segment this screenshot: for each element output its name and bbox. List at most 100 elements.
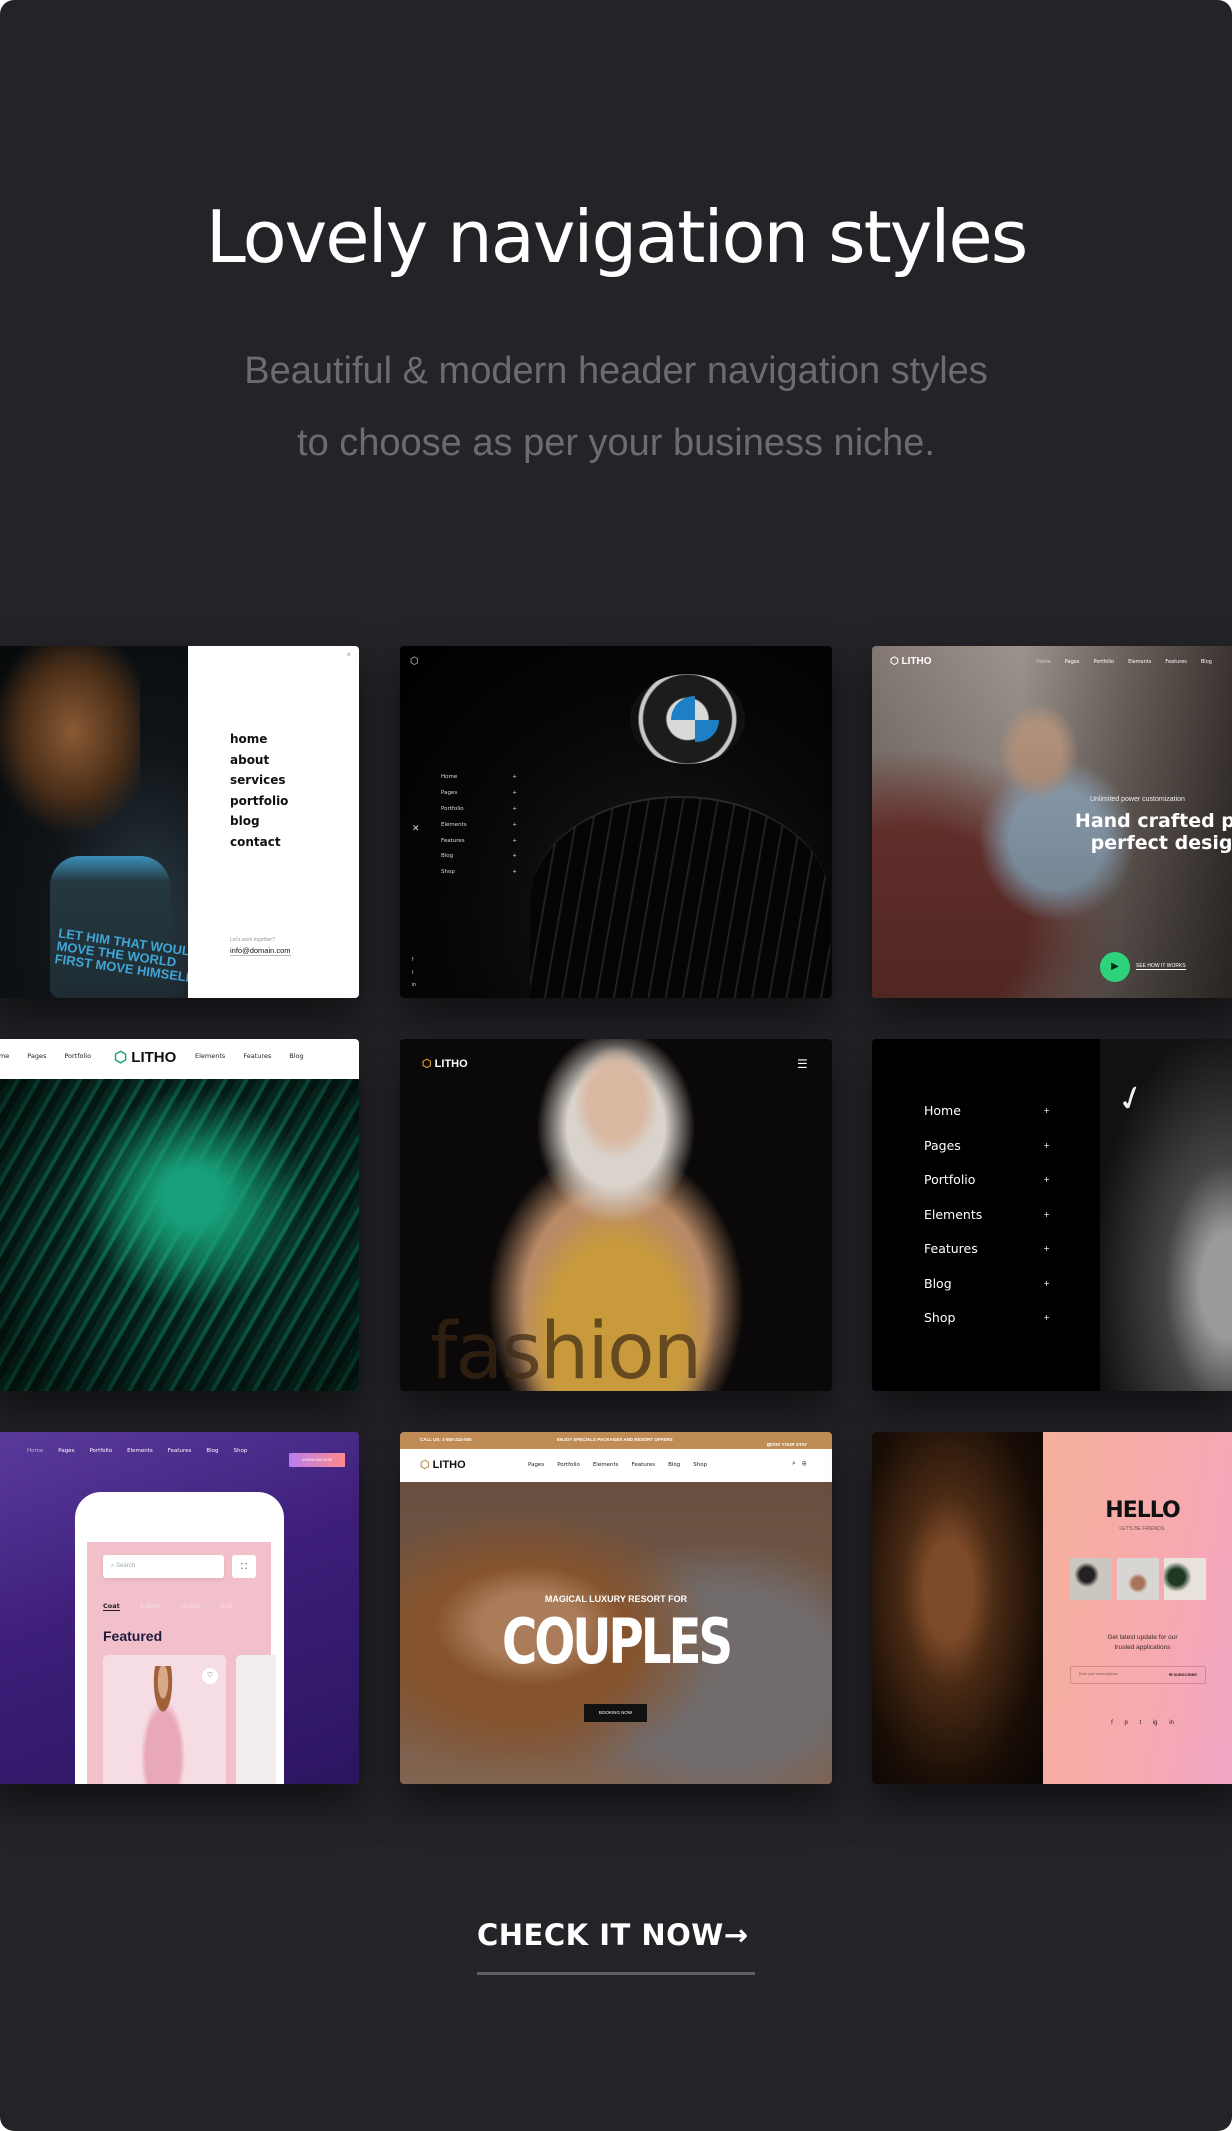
see-how-it-works-link[interactable]: SEE HOW IT WORKS <box>1136 963 1186 970</box>
nav-elements[interactable]: Elements <box>1128 659 1151 665</box>
nav-pages[interactable]: Pages <box>1065 659 1080 665</box>
menu-item-blog[interactable]: Blog + <box>924 1276 1050 1311</box>
plus-icon[interactable]: + <box>512 790 517 806</box>
nav-blog[interactable]: Blog <box>206 1448 218 1454</box>
menu-item-about[interactable]: about <box>230 750 288 771</box>
menu-item-portfolio[interactable]: Portfolio + <box>441 806 517 822</box>
nav-shop[interactable]: Shop <box>234 1448 248 1454</box>
instagram-icon[interactable]: ig <box>1153 1720 1158 1726</box>
subscribe-button[interactable]: ✉ SUBSCRIBE <box>1169 1672 1197 1677</box>
plus-icon[interactable]: + <box>1043 1310 1050 1345</box>
search-icon[interactable]: ⌕ <box>792 1460 802 1467</box>
logo[interactable]: ⬡ LITHO <box>420 1458 466 1471</box>
email-subscribe-form[interactable]: Enter your email address ✉ SUBSCRIBE <box>1070 1666 1206 1684</box>
nav-blog[interactable]: Blog <box>668 1462 680 1468</box>
facebook-icon[interactable]: f <box>1111 1720 1113 1726</box>
nav-home[interactable]: Home <box>1036 659 1051 665</box>
preview-card-bmw-sidebar[interactable]: ⬡ ✕ Home + Pages + Portfolio + Elements + Fe… <box>400 646 832 998</box>
preview-card-hello-newsletter[interactable]: HELLO LET'S BE FRIENDS. Get latest updat… <box>872 1432 1232 1784</box>
plus-icon[interactable]: + <box>512 853 517 869</box>
tab-t-shirt[interactable]: T-Shirt <box>140 1602 161 1611</box>
plus-icon[interactable]: + <box>1043 1276 1050 1311</box>
check-it-now-link[interactable]: CHECK IT NOW→ <box>477 1918 749 1952</box>
booking-now-button[interactable]: BOOKING NOW <box>584 1704 647 1722</box>
nav-shop[interactable]: Shop <box>693 1462 707 1468</box>
plus-icon[interactable]: + <box>512 822 517 838</box>
plus-icon[interactable]: + <box>1043 1103 1050 1138</box>
nav-home[interactable]: Home <box>27 1448 43 1454</box>
twitter-icon[interactable]: t <box>412 967 416 980</box>
close-icon[interactable]: ✕ <box>412 823 420 834</box>
nav-pages[interactable]: Pages <box>528 1462 544 1468</box>
menu-item-pages[interactable]: Pages + <box>924 1138 1050 1173</box>
plus-icon[interactable]: + <box>512 774 517 790</box>
close-icon[interactable]: × <box>346 650 351 659</box>
nav-features[interactable]: Features <box>631 1462 655 1468</box>
menu-item-elements[interactable]: Elements + <box>441 822 517 838</box>
preview-card-nike-sidebar[interactable]: ✓ Home + Pages + Portfolio + Elements + Feat… <box>872 1039 1232 1391</box>
plus-icon[interactable]: + <box>1043 1172 1050 1207</box>
twitter-icon[interactable]: t <box>1140 1720 1142 1726</box>
nav-elements[interactable]: Elements <box>127 1448 153 1454</box>
menu-item-services[interactable]: services <box>230 770 288 791</box>
menu-item-pages[interactable]: Pages + <box>441 790 517 806</box>
pinterest-icon[interactable]: p <box>1124 1720 1127 1726</box>
tab-coat[interactable]: Coat <box>103 1602 120 1611</box>
thumbnail-image[interactable] <box>1164 1558 1206 1600</box>
preview-card-resort[interactable]: CALL US: 1-800-222-000 ENJOY SPECIALS PA… <box>400 1432 832 1784</box>
email-field[interactable]: Enter your email address <box>1079 1672 1118 1676</box>
phone-number[interactable]: CALL US: 1-800-222-000 <box>420 1437 472 1442</box>
nav-blog[interactable]: Blog <box>1201 659 1212 665</box>
plus-icon[interactable]: + <box>512 806 517 822</box>
plus-icon[interactable]: + <box>1043 1241 1050 1276</box>
product-card[interactable] <box>236 1655 276 1784</box>
globe-icon[interactable]: ⊕ <box>802 1460 813 1467</box>
thumbnail-image[interactable] <box>1070 1558 1112 1600</box>
linkedin-icon[interactable]: in <box>412 979 416 992</box>
plus-icon[interactable]: + <box>512 869 517 885</box>
nav-features[interactable]: Features <box>168 1448 192 1454</box>
search-input[interactable]: ⌕ Search <box>103 1555 224 1578</box>
nav-blog[interactable]: Blog <box>289 1052 303 1060</box>
menu-item-shop[interactable]: Shop + <box>441 869 517 885</box>
logo[interactable]: ⬡ LITHO <box>890 656 932 667</box>
heart-icon[interactable]: ♡ <box>202 1668 218 1684</box>
nav-pages[interactable]: Pages <box>58 1448 74 1454</box>
email-link[interactable]: info@domain.com <box>230 946 291 956</box>
litho-logo-icon[interactable]: ⬡ <box>410 656 419 667</box>
menu-item-features[interactable]: Features + <box>441 838 517 854</box>
nav-home[interactable]: Home <box>0 1052 9 1060</box>
menu-item-elements[interactable]: Elements + <box>924 1207 1050 1242</box>
tab-jacket[interactable]: Jacket <box>181 1602 201 1611</box>
nav-portfolio[interactable]: Portfolio <box>89 1448 112 1454</box>
logo[interactable]: ⬡ LITHO <box>114 1048 176 1066</box>
tab-suit[interactable]: Suit <box>220 1602 233 1611</box>
nav-portfolio[interactable]: Portfolio <box>64 1052 91 1060</box>
plus-icon[interactable]: + <box>1043 1138 1050 1173</box>
nav-features[interactable]: Features <box>1165 659 1187 665</box>
menu-item-blog[interactable]: blog <box>230 811 288 832</box>
thumbnail-image[interactable] <box>1117 1558 1159 1600</box>
menu-item-features[interactable]: Features + <box>924 1241 1050 1276</box>
scan-icon[interactable]: ⛶ <box>232 1555 256 1578</box>
preview-card-app-landing[interactable]: Home Pages Portfolio Elements Features B… <box>0 1432 359 1784</box>
menu-item-portfolio[interactable]: portfolio <box>230 791 288 812</box>
play-button[interactable]: ▶ <box>1100 952 1130 982</box>
nav-portfolio[interactable]: Portfolio <box>1093 659 1114 665</box>
menu-item-contact[interactable]: contact <box>230 832 288 853</box>
preview-card-centered-logo[interactable]: Home Pages Portfolio ⬡ LITHO Elements Fe… <box>0 1039 359 1391</box>
preview-card-business-hero[interactable]: ⬡ LITHO Home Pages Portfolio Elements Fe… <box>872 646 1232 998</box>
menu-item-home[interactable]: Home + <box>924 1103 1050 1138</box>
menu-item-shop[interactable]: Shop + <box>924 1310 1050 1345</box>
menu-item-home[interactable]: home <box>230 729 288 750</box>
preview-card-coffee-menu[interactable]: LET HIM THAT WOULD MOVE THE WORLD FIRST … <box>0 646 359 998</box>
linkedin-icon[interactable]: in <box>1169 1720 1174 1726</box>
download-now-button[interactable]: DOWNLOAD NOW <box>289 1453 345 1467</box>
preview-card-fashion-hamburger[interactable]: ⬡ LITHO ☰ fashion <box>400 1039 832 1391</box>
nav-elements[interactable]: Elements <box>195 1052 225 1060</box>
facebook-icon[interactable]: f <box>412 954 416 967</box>
logo[interactable]: ⬡ LITHO <box>422 1057 468 1070</box>
plus-icon[interactable]: + <box>1043 1207 1050 1242</box>
menu-item-blog[interactable]: Blog + <box>441 853 517 869</box>
nav-pages[interactable]: Pages <box>27 1052 46 1060</box>
